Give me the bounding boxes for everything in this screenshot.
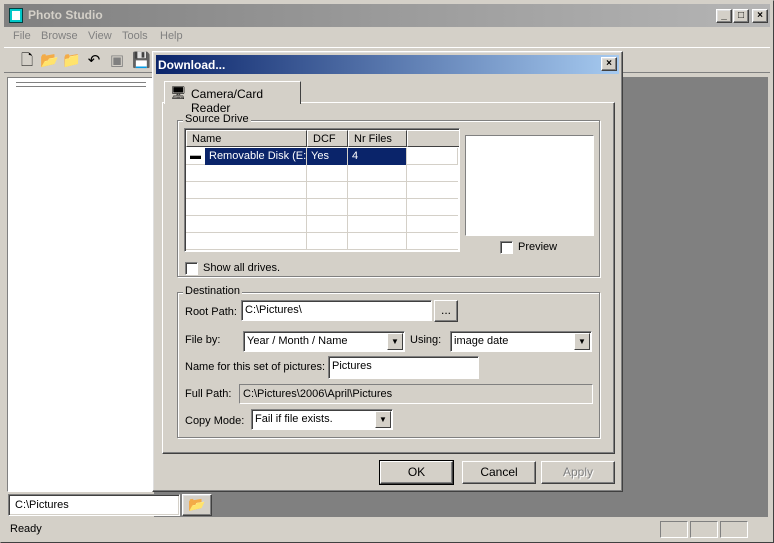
copy-mode-select[interactable]: Fail if file exists. ▼	[251, 409, 393, 430]
table-row	[186, 182, 458, 199]
drive-blank-cell	[407, 148, 458, 165]
chevron-down-icon[interactable]: ▼	[375, 411, 391, 428]
path-input[interactable]: C:\Pictures	[8, 494, 180, 516]
column-header-nr-files[interactable]: Nr Files	[348, 130, 407, 147]
drive-name-cell: Removable Disk (E:)	[205, 148, 307, 165]
app-icon	[9, 8, 23, 23]
path-browse-button[interactable]: 📂	[182, 494, 212, 516]
column-header-name[interactable]: Name	[186, 130, 307, 147]
close-button[interactable]: ×	[752, 9, 768, 23]
status-bar: Ready	[4, 519, 770, 541]
full-path-label: Full Path:	[185, 388, 232, 400]
new-document-icon[interactable]: 🗋	[18, 52, 36, 70]
save-icon[interactable]: 💾	[132, 52, 151, 70]
status-cell	[720, 521, 748, 538]
camera-icon[interactable]: ▣	[108, 52, 126, 70]
download-dialog: Download... × 🖥 Camera/Card Reader Sourc…	[152, 51, 623, 492]
dialog-close-button[interactable]: ×	[601, 57, 617, 71]
main-title-bar[interactable]: Photo Studio _ □ ×	[4, 4, 770, 27]
menu-tools[interactable]: Tools	[122, 30, 148, 42]
show-all-drives-label: Show all drives.	[203, 262, 281, 274]
status-text: Ready	[10, 523, 42, 535]
browse-folder-icon[interactable]: 📁	[62, 52, 81, 70]
show-all-drives-checkbox[interactable]	[185, 262, 198, 275]
file-by-value: Year / Month / Name	[247, 335, 348, 347]
column-header-dcf[interactable]: DCF	[307, 130, 348, 147]
preview-checkbox[interactable]	[500, 241, 513, 254]
full-path-display: C:\Pictures\2006\April\Pictures	[239, 384, 593, 404]
menu-browse[interactable]: Browse	[41, 30, 78, 42]
cancel-button[interactable]: Cancel	[462, 461, 536, 484]
minimize-button[interactable]: _	[716, 9, 732, 23]
column-header-blank	[407, 130, 459, 147]
ok-button[interactable]: OK	[379, 460, 454, 485]
copy-mode-label: Copy Mode:	[185, 415, 245, 427]
chevron-down-icon[interactable]: ▼	[574, 333, 590, 350]
chevron-down-icon[interactable]: ▼	[387, 333, 403, 350]
using-label: Using:	[410, 334, 442, 346]
table-row[interactable]: ▬ Removable Disk (E:) Yes 4	[186, 148, 458, 165]
menu-bar: File Browse View Tools Help	[4, 28, 770, 46]
file-by-select[interactable]: Year / Month / Name ▼	[243, 331, 405, 352]
table-row	[186, 165, 458, 182]
tab-label: Camera/Card Reader	[191, 87, 264, 115]
open-folder-icon[interactable]: 📂	[40, 52, 59, 70]
set-name-input[interactable]: Pictures	[328, 356, 479, 379]
drive-dcf-cell: Yes	[307, 148, 348, 165]
copy-mode-value: Fail if file exists.	[255, 413, 333, 425]
root-path-browse-button[interactable]: ...	[434, 300, 458, 322]
apply-button[interactable]: Apply	[541, 461, 615, 484]
drive-nr-files-cell: 4	[348, 148, 407, 165]
root-path-label: Root Path:	[185, 306, 237, 318]
table-row	[186, 216, 458, 233]
menu-help[interactable]: Help	[160, 30, 183, 42]
using-select[interactable]: image date ▼	[450, 331, 592, 352]
card-reader-icon: 🖥	[170, 85, 187, 100]
status-cell	[690, 521, 718, 538]
open-folder-icon: 📂	[188, 496, 206, 512]
preview-image-box	[465, 135, 594, 236]
file-by-label: File by:	[185, 334, 221, 346]
dialog-title: Download...	[158, 58, 226, 72]
root-path-input[interactable]: C:\Pictures\	[241, 300, 432, 321]
menu-file[interactable]: File	[13, 30, 31, 42]
app-title: Photo Studio	[28, 8, 103, 22]
maximize-button[interactable]: □	[733, 9, 749, 23]
drive-list[interactable]: Name DCF Nr Files ▬ Removable Disk (E:) …	[184, 128, 460, 252]
destination-label: Destination	[183, 285, 243, 297]
drive-icon: ▬	[186, 148, 206, 165]
using-value: image date	[454, 335, 509, 347]
table-row	[186, 199, 458, 216]
pane-splitter-lines	[16, 82, 146, 87]
folder-tree-pane[interactable]	[7, 77, 154, 492]
status-cell	[660, 521, 688, 538]
set-name-label: Name for this set of pictures:	[185, 361, 325, 373]
undo-icon[interactable]: ↶	[85, 52, 103, 70]
preview-label: Preview	[518, 241, 558, 253]
table-row	[186, 233, 458, 250]
tab-camera-card-reader[interactable]: 🖥 Camera/Card Reader	[164, 81, 301, 115]
dialog-title-bar[interactable]: Download... ×	[156, 55, 619, 74]
menu-view[interactable]: View	[88, 30, 112, 42]
